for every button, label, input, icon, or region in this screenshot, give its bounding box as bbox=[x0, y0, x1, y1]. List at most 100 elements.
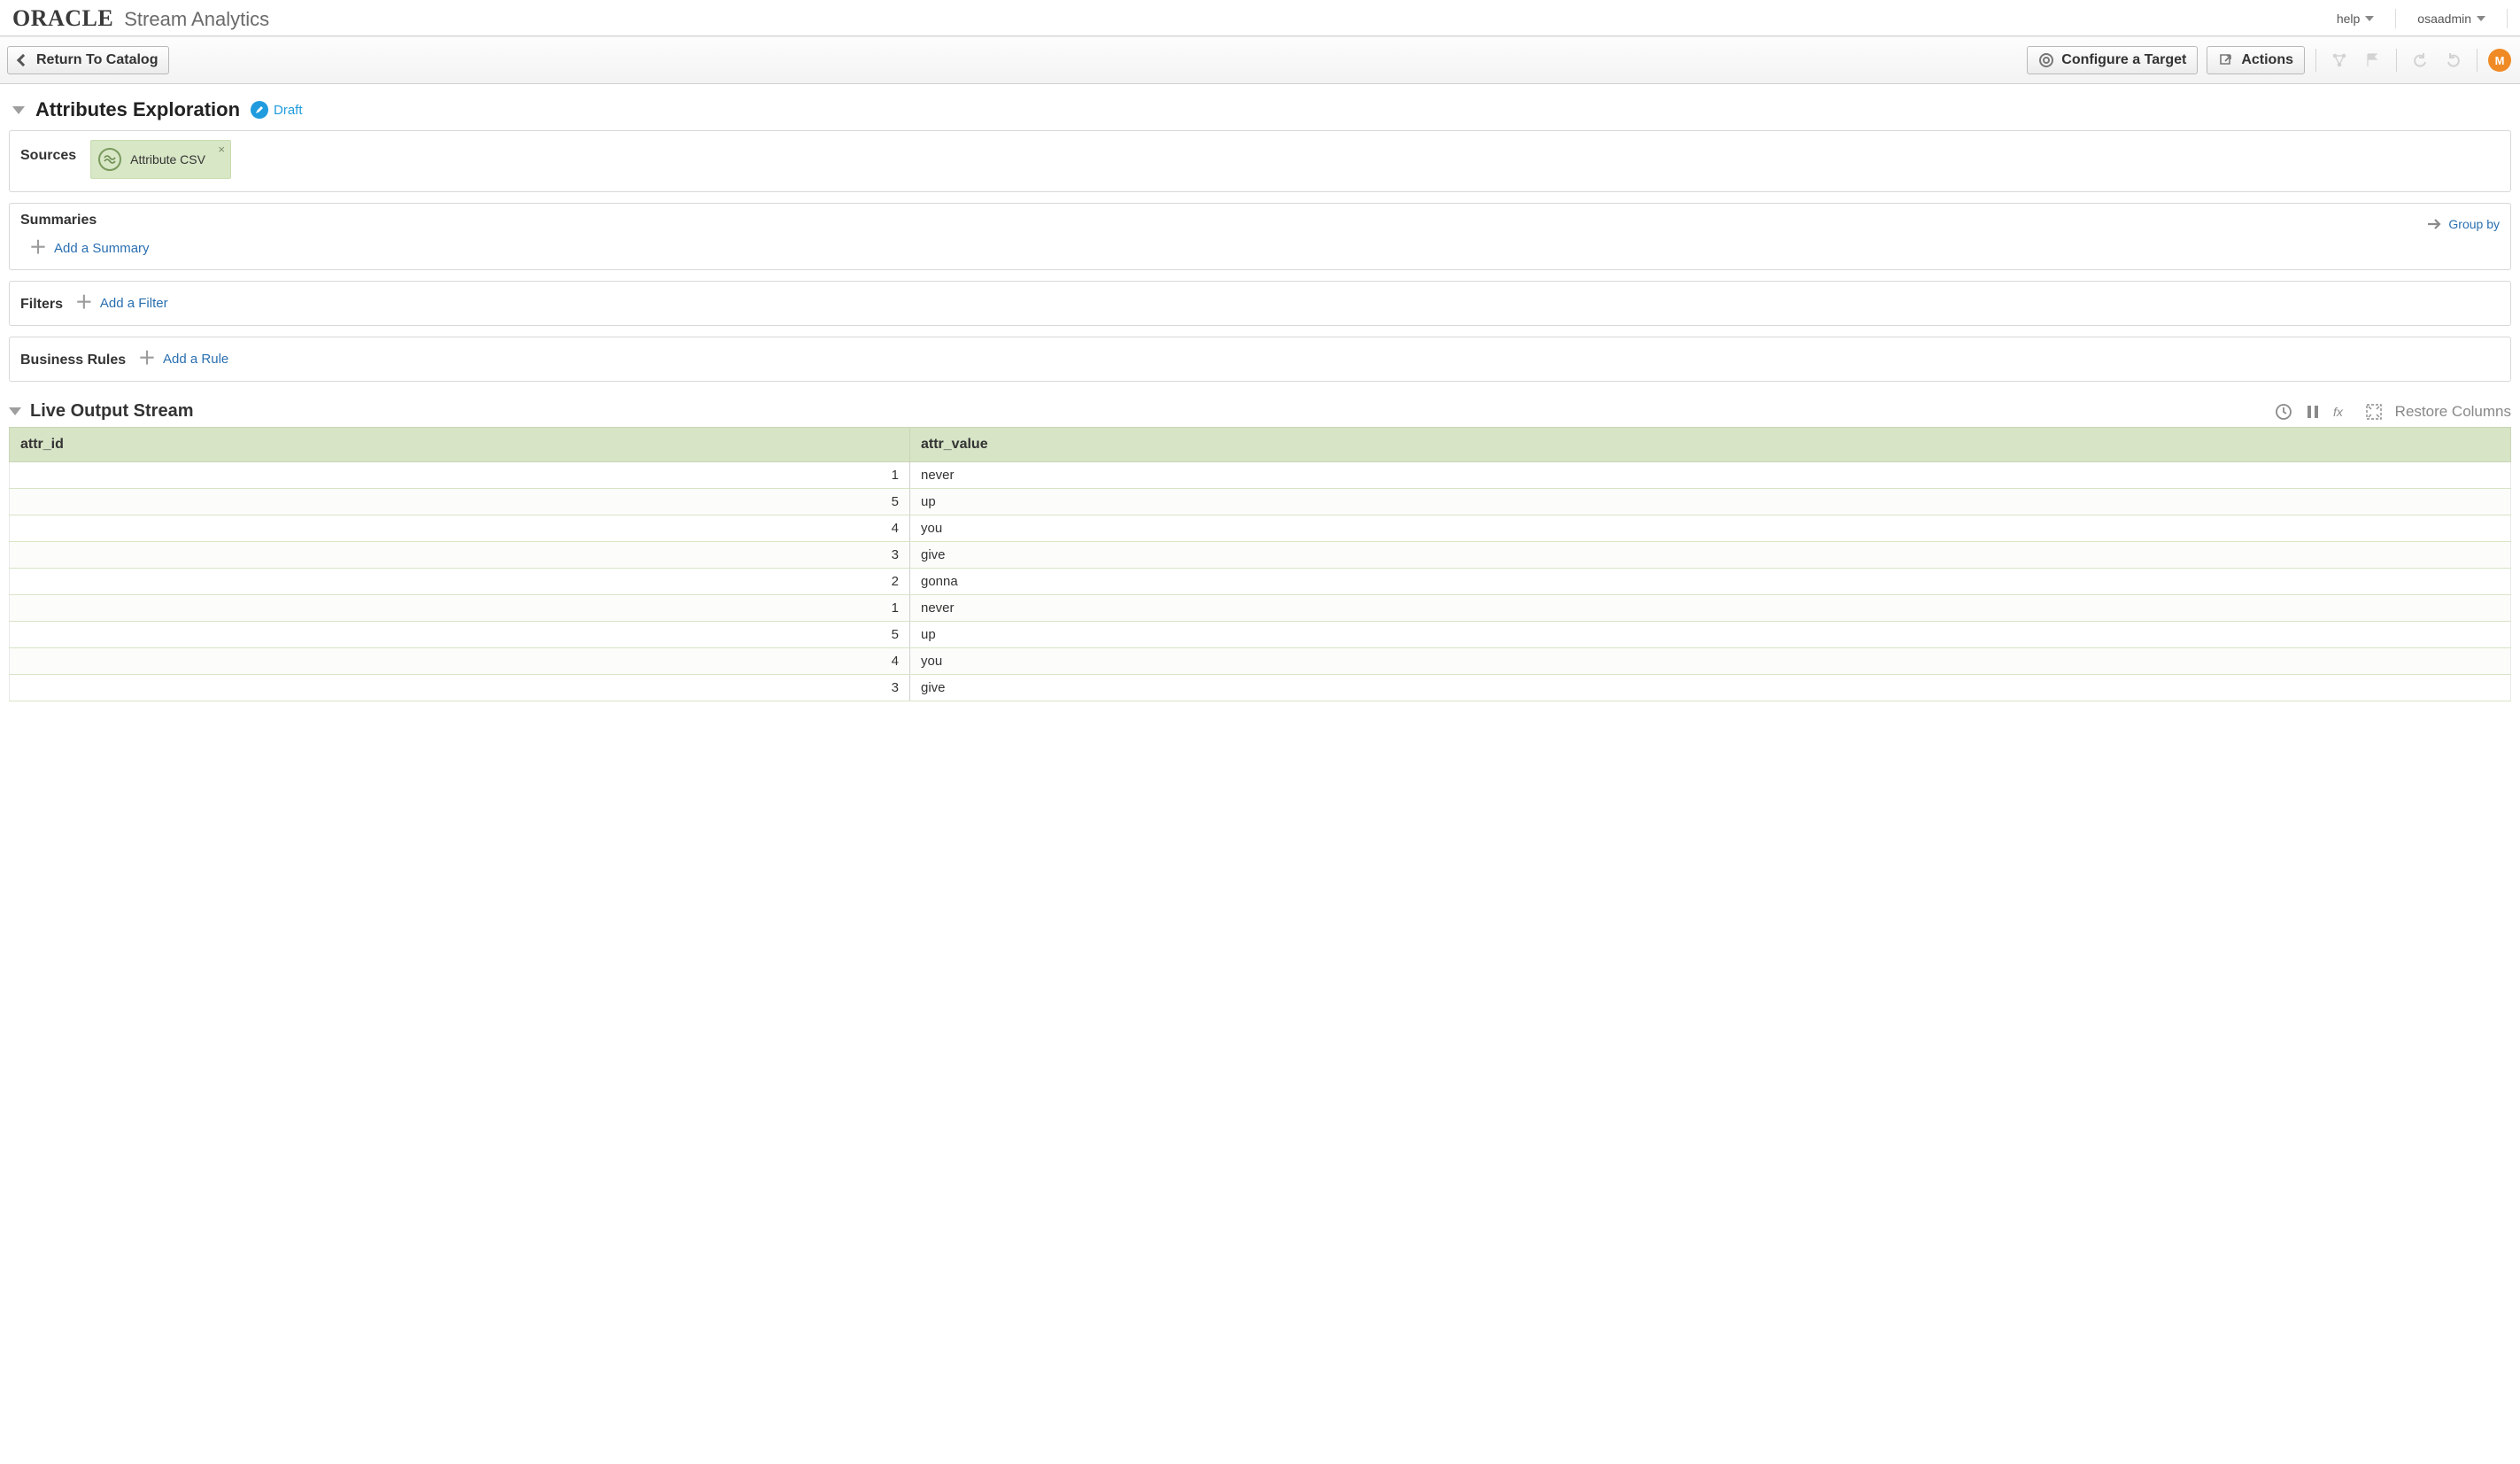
cell-attr-value: gonna bbox=[910, 569, 2511, 595]
business-rules-panel: Business Rules ＋ Add a Rule bbox=[9, 337, 2511, 382]
page-header: Attributes Exploration Draft bbox=[9, 91, 2511, 130]
business-rules-label: Business Rules bbox=[20, 352, 126, 368]
draft-label: Draft bbox=[274, 103, 303, 118]
configure-target-label: Configure a Target bbox=[2061, 52, 2186, 68]
cell-attr-id: 5 bbox=[10, 622, 910, 648]
arrow-right-icon bbox=[2427, 218, 2443, 230]
svg-text:fx: fx bbox=[2333, 405, 2344, 419]
page-body: Attributes Exploration Draft Sources Att… bbox=[0, 84, 2520, 382]
page-title: Attributes Exploration bbox=[35, 98, 240, 121]
table-row[interactable]: 3give bbox=[10, 675, 2511, 701]
cell-attr-value: you bbox=[910, 515, 2511, 542]
groupby-label: Group by bbox=[2448, 217, 2500, 231]
redo-icon[interactable] bbox=[2441, 48, 2466, 73]
cell-attr-value: you bbox=[910, 648, 2511, 675]
table-row[interactable]: 3give bbox=[10, 542, 2511, 569]
live-output-section: Live Output Stream fx Restore Columns at… bbox=[0, 398, 2520, 701]
toolbar-right: Configure a Target Actions M bbox=[2027, 46, 2511, 74]
add-summary-label: Add a Summary bbox=[54, 241, 150, 256]
help-label: help bbox=[2337, 12, 2360, 26]
sources-row: Sources Attribute CSV × bbox=[20, 140, 2500, 179]
cell-attr-id: 3 bbox=[10, 542, 910, 569]
cell-attr-id: 3 bbox=[10, 675, 910, 701]
draft-badge[interactable]: Draft bbox=[251, 101, 303, 119]
stream-icon bbox=[98, 148, 121, 171]
summaries-panel: Summaries Group by ＋ Add a Summary bbox=[9, 203, 2511, 270]
flag-icon[interactable] bbox=[2361, 48, 2385, 73]
cell-attr-value: up bbox=[910, 489, 2511, 515]
table-row[interactable]: 4you bbox=[10, 515, 2511, 542]
fx-icon[interactable]: fx bbox=[2333, 403, 2353, 421]
cell-attr-id: 1 bbox=[10, 462, 910, 489]
close-icon[interactable]: × bbox=[218, 143, 225, 156]
collapse-toggle-icon[interactable] bbox=[12, 106, 25, 114]
live-output-header: Live Output Stream fx Restore Columns bbox=[0, 398, 2520, 427]
actions-button[interactable]: Actions bbox=[2207, 46, 2305, 74]
add-rule-label: Add a Rule bbox=[163, 352, 228, 367]
cell-attr-id: 4 bbox=[10, 515, 910, 542]
plus-icon: ＋ bbox=[75, 294, 93, 312]
table-row[interactable]: 5up bbox=[10, 622, 2511, 648]
return-label: Return To Catalog bbox=[36, 52, 158, 68]
collapse-toggle-icon[interactable] bbox=[9, 407, 21, 415]
table-row[interactable]: 5up bbox=[10, 489, 2511, 515]
restore-columns-link[interactable]: Restore Columns bbox=[2395, 403, 2511, 421]
table-row[interactable]: 4you bbox=[10, 648, 2511, 675]
target-icon bbox=[2038, 52, 2054, 68]
filters-label: Filters bbox=[20, 297, 63, 312]
brand-bar: ORACLE Stream Analytics help osaadmin bbox=[0, 0, 2520, 36]
clock-icon[interactable] bbox=[2275, 403, 2292, 421]
output-table: attr_id attr_value 1never5up4you3give2go… bbox=[9, 427, 2511, 701]
divider bbox=[2315, 49, 2316, 72]
cell-attr-value: give bbox=[910, 675, 2511, 701]
avatar[interactable]: M bbox=[2488, 49, 2511, 72]
table-row[interactable]: 1never bbox=[10, 595, 2511, 622]
caret-down-icon bbox=[2365, 16, 2374, 21]
cell-attr-id: 4 bbox=[10, 648, 910, 675]
column-header-attr-value[interactable]: attr_value bbox=[910, 428, 2511, 462]
filters-panel: Filters ＋ Add a Filter bbox=[9, 281, 2511, 326]
brand-product: Stream Analytics bbox=[124, 8, 269, 31]
add-summary-link[interactable]: ＋ Add a Summary bbox=[20, 236, 150, 257]
user-label: osaadmin bbox=[2417, 12, 2471, 26]
help-menu[interactable]: help bbox=[2331, 8, 2379, 29]
table-row[interactable]: 2gonna bbox=[10, 569, 2511, 595]
table-row[interactable]: 1never bbox=[10, 462, 2511, 489]
add-filter-link[interactable]: ＋ Add a Filter bbox=[66, 290, 168, 312]
pencil-icon bbox=[251, 101, 268, 119]
expand-icon[interactable] bbox=[2365, 403, 2383, 421]
undo-icon[interactable] bbox=[2408, 48, 2432, 73]
source-chip[interactable]: Attribute CSV × bbox=[90, 140, 231, 179]
actions-label: Actions bbox=[2241, 52, 2293, 68]
brand-company: ORACLE bbox=[12, 5, 113, 32]
toolbar: Return To Catalog Configure a Target Act… bbox=[0, 36, 2520, 84]
add-filter-label: Add a Filter bbox=[100, 296, 168, 311]
groupby-link[interactable]: Group by bbox=[2427, 217, 2500, 231]
sources-panel: Sources Attribute CSV × bbox=[9, 130, 2511, 192]
live-output-title: Live Output Stream bbox=[30, 401, 193, 422]
source-chip-label: Attribute CSV bbox=[130, 152, 205, 167]
plus-icon: ＋ bbox=[138, 350, 156, 368]
cell-attr-value: give bbox=[910, 542, 2511, 569]
configure-target-button[interactable]: Configure a Target bbox=[2027, 46, 2198, 74]
summaries-label: Summaries bbox=[20, 213, 97, 229]
cell-attr-id: 5 bbox=[10, 489, 910, 515]
column-header-attr-id[interactable]: attr_id bbox=[10, 428, 910, 462]
brand-right: help osaadmin bbox=[2331, 8, 2508, 29]
chevron-left-icon bbox=[17, 54, 29, 66]
user-menu[interactable]: osaadmin bbox=[2412, 8, 2491, 29]
cell-attr-value: up bbox=[910, 622, 2511, 648]
cell-attr-id: 2 bbox=[10, 569, 910, 595]
return-to-catalog-button[interactable]: Return To Catalog bbox=[7, 46, 169, 74]
divider bbox=[2396, 49, 2397, 72]
divider bbox=[2395, 9, 2396, 28]
sources-label: Sources bbox=[20, 148, 76, 164]
share-icon bbox=[2218, 52, 2234, 68]
add-rule-link[interactable]: ＋ Add a Rule bbox=[129, 346, 228, 368]
cell-attr-value: never bbox=[910, 595, 2511, 622]
divider bbox=[2507, 9, 2508, 28]
cell-attr-value: never bbox=[910, 462, 2511, 489]
plus-icon: ＋ bbox=[29, 239, 47, 257]
pause-icon[interactable] bbox=[2305, 403, 2321, 421]
topology-icon[interactable] bbox=[2327, 48, 2352, 73]
